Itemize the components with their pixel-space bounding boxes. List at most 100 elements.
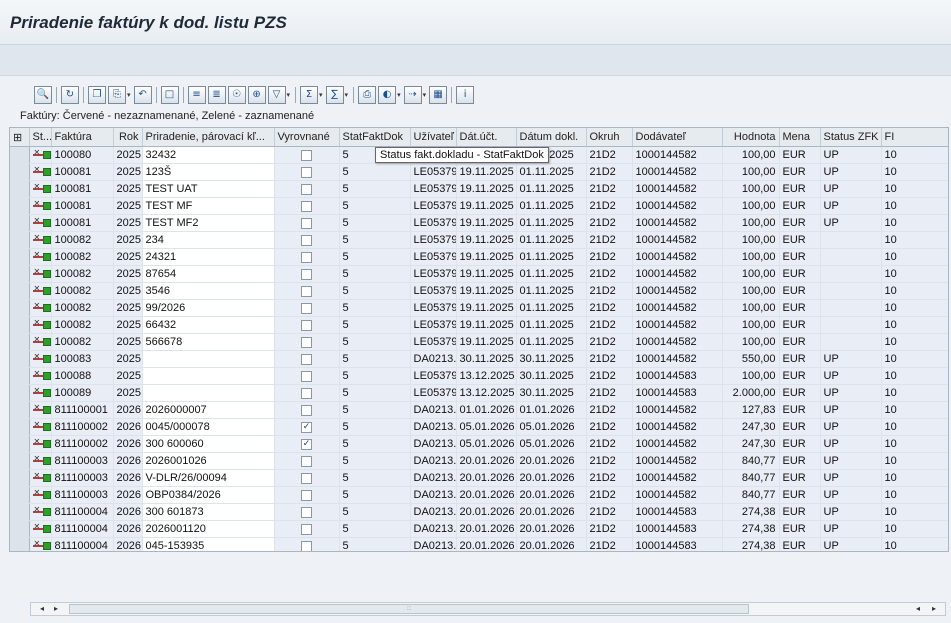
assignment-key-cell[interactable]: 32432 <box>142 146 275 164</box>
table-row[interactable]: ✕8111000042026045-1539355DA0213...20.01.… <box>10 537 948 551</box>
horizontal-scrollbar[interactable]: ◂ ▸ ::: ◂ ▸ <box>30 602 946 616</box>
settled-checkbox-cell[interactable] <box>274 486 340 504</box>
header-vyrovnane[interactable]: Vyrovnané <box>274 128 340 147</box>
row-selector[interactable] <box>10 265 30 283</box>
header-status[interactable]: St... <box>29 128 52 147</box>
row-selector[interactable] <box>10 299 30 317</box>
settled-checkbox[interactable] <box>301 455 312 467</box>
table-row[interactable]: ✕811100001202620260000075DA0213...01.01.… <box>10 401 948 419</box>
print-icon[interactable]: ⎙ <box>358 86 377 104</box>
header-rok[interactable]: Rok <box>113 128 143 147</box>
settled-checkbox[interactable] <box>301 234 312 246</box>
assignment-key-cell[interactable]: 24321 <box>142 248 275 266</box>
table-row[interactable]: ✕1000812025TEST MF2 5LE05379719.11.202501… <box>10 214 948 232</box>
paste-icon[interactable]: ⎘ <box>108 86 126 104</box>
table-row[interactable]: ✕100082202524321 5LE05379719.11.202501.11… <box>10 248 948 266</box>
header-hodnota[interactable]: Hodnota <box>722 128 780 147</box>
info-icon[interactable]: i <box>456 86 475 104</box>
assignment-key-cell[interactable]: 123Š <box>142 163 275 181</box>
assignment-key-cell[interactable] <box>142 350 275 368</box>
assignment-key-cell[interactable]: 566678 <box>142 333 275 351</box>
table-row[interactable]: ✕811100003202620260010265DA0213...20.01.… <box>10 452 948 470</box>
settled-checkbox-cell[interactable] <box>274 214 340 232</box>
settled-checkbox[interactable] <box>301 149 312 161</box>
assignment-key-cell[interactable]: V-DLR/26/00094 <box>142 469 275 487</box>
filter-icon[interactable]: ▽ <box>267 86 286 104</box>
assignment-key-cell[interactable]: 2026000007 <box>142 401 275 419</box>
settled-checkbox[interactable] <box>301 200 312 212</box>
split-icon[interactable]: □ <box>160 86 179 104</box>
views-icon[interactable]: ◐ <box>378 86 397 104</box>
settled-checkbox-cell[interactable] <box>274 333 340 351</box>
chevron-down-icon[interactable]: ▾ <box>127 91 131 99</box>
settled-checkbox-cell[interactable] <box>274 248 340 266</box>
header-statfaktdok[interactable]: StatFaktDok <box>339 128 411 147</box>
undo-icon[interactable]: ↶ <box>133 86 152 104</box>
assignment-key-cell[interactable]: TEST MF2 <box>142 214 275 232</box>
settled-checkbox[interactable] <box>301 370 312 382</box>
assignment-key-cell[interactable] <box>142 384 275 402</box>
assignment-key-cell[interactable]: 87654 <box>142 265 275 283</box>
subtotal-icon[interactable]: ∑ <box>325 86 344 104</box>
row-selector[interactable] <box>10 469 30 487</box>
header-datum-dokl[interactable]: Dátum dokl. <box>516 128 587 147</box>
chevron-down-icon[interactable]: ▾ <box>423 91 427 99</box>
sort-descending-icon[interactable]: ≣ <box>207 86 226 104</box>
assignment-key-cell[interactable]: 300 601873 <box>142 503 275 521</box>
row-selector[interactable] <box>10 333 30 351</box>
row-selector[interactable] <box>10 163 30 181</box>
assignment-key-cell[interactable]: TEST MF <box>142 197 275 215</box>
row-selector[interactable] <box>10 452 30 470</box>
settled-checkbox[interactable]: ✓ <box>301 438 312 450</box>
settled-checkbox-cell[interactable] <box>274 350 340 368</box>
refresh-icon[interactable]: ↻ <box>61 86 79 104</box>
table-row[interactable]: ✕10008320255DA0213...30.11.202530.11.202… <box>10 350 948 368</box>
chevron-down-icon[interactable]: ▾ <box>319 91 323 99</box>
table-row[interactable]: ✕10008220253546 5LE05379719.11.202501.11.… <box>10 282 948 300</box>
assignment-key-cell[interactable]: 66432 <box>142 316 275 334</box>
row-selector[interactable] <box>10 231 30 249</box>
row-selector[interactable] <box>10 146 30 164</box>
settled-checkbox-cell[interactable] <box>274 197 340 215</box>
row-selector[interactable] <box>10 520 30 538</box>
table-row[interactable]: ✕8111000032026V-DLR/26/000945DA0213...20… <box>10 469 948 487</box>
settled-checkbox[interactable] <box>301 302 312 314</box>
sort-ascending-icon[interactable]: ≡ <box>187 86 206 104</box>
find-icon[interactable]: ☉ <box>227 86 246 104</box>
row-selector[interactable] <box>10 282 30 300</box>
table-row[interactable]: ✕8111000022026300 600060✓5DA0213...05.01… <box>10 435 948 453</box>
sum-icon[interactable]: Σ <box>300 86 319 104</box>
row-selector[interactable] <box>10 316 30 334</box>
settled-checkbox[interactable] <box>301 540 312 551</box>
assignment-key-cell[interactable]: 234 <box>142 231 275 249</box>
row-selector[interactable] <box>10 384 30 402</box>
settled-checkbox[interactable] <box>301 353 312 365</box>
row-selector[interactable] <box>10 401 30 419</box>
header-uzivatel[interactable]: Užívateľ <box>410 128 457 147</box>
row-selector[interactable] <box>10 367 30 385</box>
settled-checkbox-cell[interactable] <box>274 537 340 551</box>
row-selector[interactable] <box>10 180 30 198</box>
row-selector[interactable] <box>10 435 30 453</box>
layout-icon[interactable]: ▦ <box>429 86 448 104</box>
scroll-right-icon[interactable]: ▸ <box>49 603 63 615</box>
settled-checkbox[interactable] <box>301 217 312 229</box>
export-icon[interactable]: ⇢ <box>403 86 422 104</box>
settled-checkbox[interactable] <box>301 251 312 263</box>
settled-checkbox-cell[interactable] <box>274 299 340 317</box>
chevron-down-icon[interactable]: ▾ <box>345 91 349 99</box>
settled-checkbox-cell[interactable] <box>274 163 340 181</box>
header-okruh[interactable]: Okruh <box>586 128 633 147</box>
table-row[interactable]: ✕1000882025 5LE05379713.12.202530.11.2025… <box>10 367 948 385</box>
settled-checkbox-cell[interactable] <box>274 316 340 334</box>
header-datuct[interactable]: Dát.účt. <box>456 128 517 147</box>
table-row[interactable]: ✕100082202587654 5LE05379719.11.202501.11… <box>10 265 948 283</box>
table-row[interactable]: ✕100082202566432 5LE05379719.11.202501.11… <box>10 316 948 334</box>
row-selector[interactable] <box>10 248 30 266</box>
row-selector[interactable] <box>10 350 30 368</box>
settled-checkbox[interactable]: ✓ <box>301 421 312 433</box>
row-selector[interactable] <box>10 418 30 436</box>
settled-checkbox[interactable] <box>301 506 312 518</box>
details-icon[interactable]: 🔍 <box>34 86 52 104</box>
table-row[interactable]: ✕8111000042026300 6018735DA0213...20.01.… <box>10 503 948 521</box>
